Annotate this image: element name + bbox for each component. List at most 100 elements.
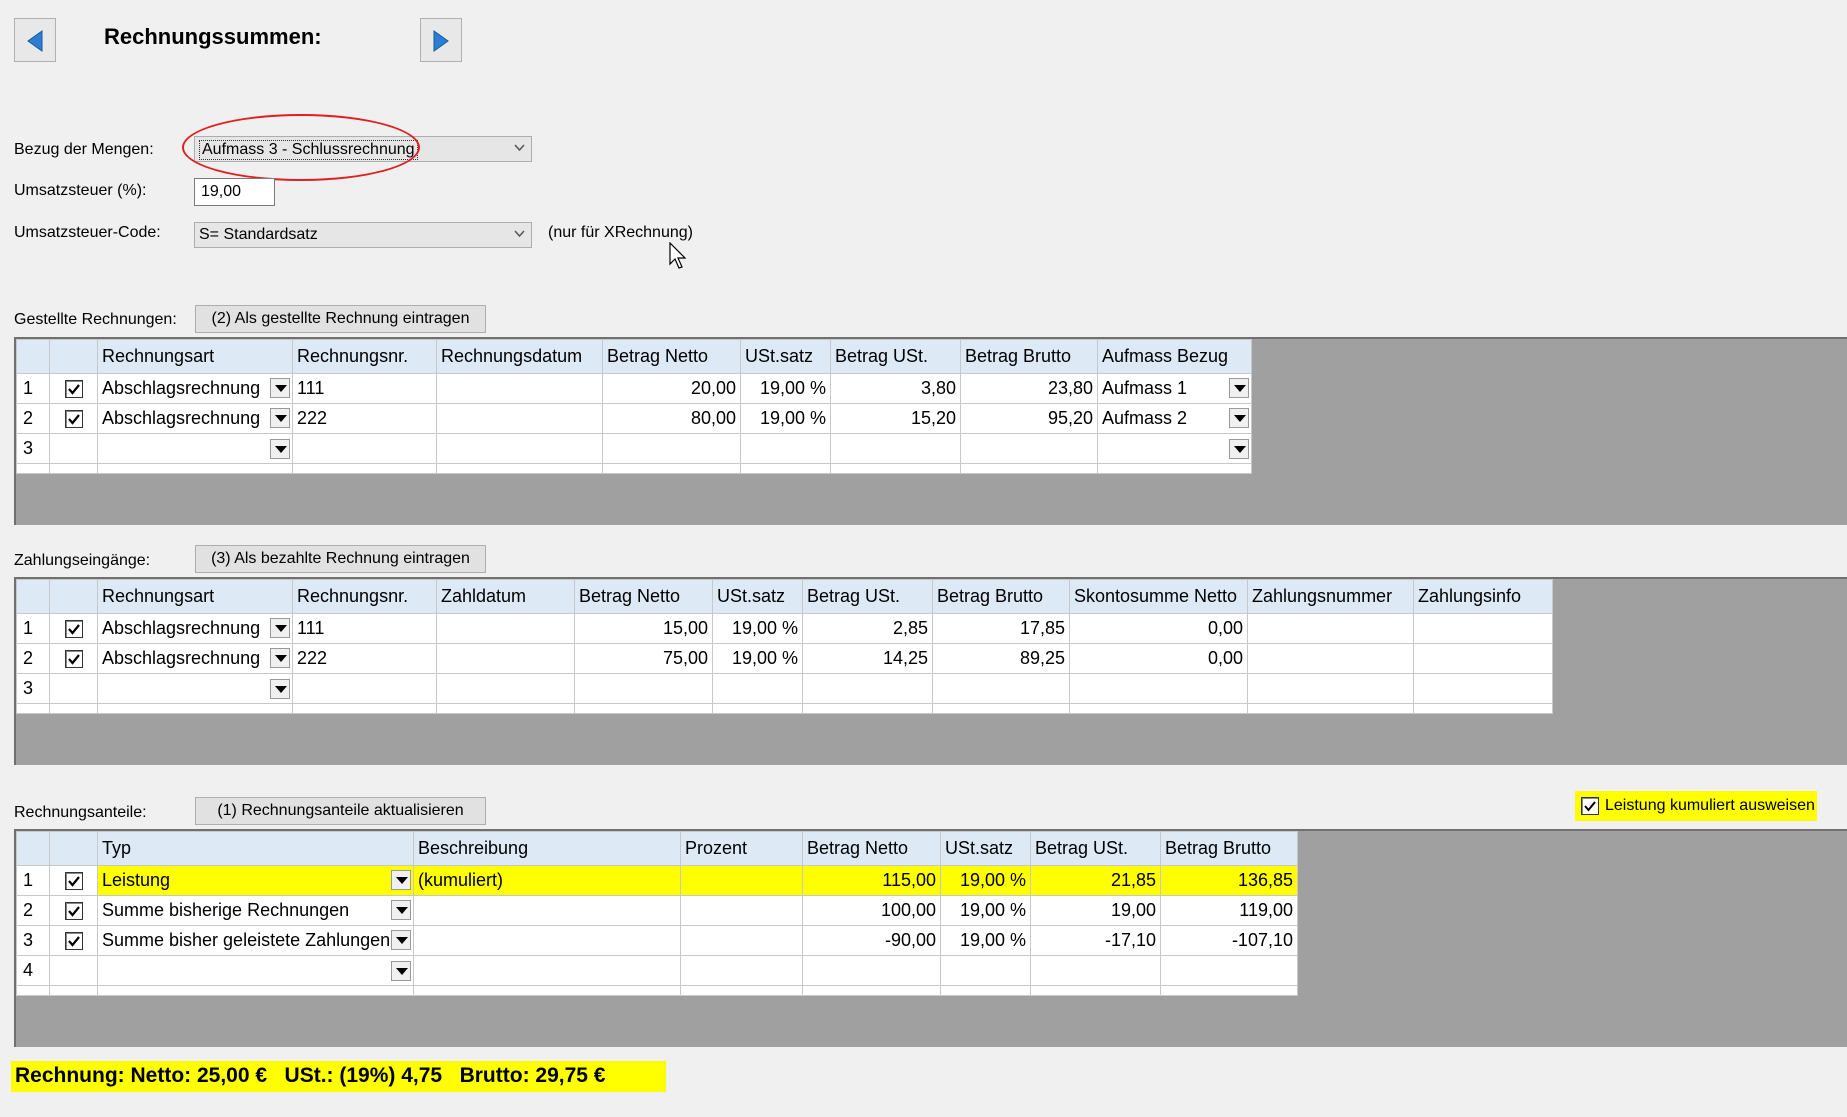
cell-typ[interactable]: Leistung — [97, 865, 414, 896]
dropdown-arrow-icon[interactable] — [391, 900, 411, 920]
column-header[interactable]: Betrag USt. — [830, 339, 961, 374]
next-button[interactable] — [420, 18, 462, 62]
column-header[interactable]: Rechnungsnr. — [292, 579, 437, 614]
cell-art[interactable]: Abschlagsrechnung — [97, 403, 293, 434]
column-header[interactable]: USt.satz — [740, 339, 831, 374]
cell-ust[interactable]: 19,00 — [1030, 895, 1161, 926]
column-header[interactable]: Betrag USt. — [1030, 831, 1161, 866]
cell-beschr[interactable] — [413, 955, 681, 986]
row-checkbox[interactable] — [64, 620, 83, 639]
row-checkbox[interactable] — [64, 650, 83, 669]
cell-datum[interactable] — [436, 403, 603, 434]
cell-netto[interactable]: 15,00 — [574, 613, 713, 644]
cell-datum[interactable] — [436, 673, 575, 704]
cell-skonto[interactable]: 0,00 — [1069, 613, 1248, 644]
als-bezahlte-eintragen-button[interactable]: (3) Als bezahlte Rechnung eintragen — [195, 545, 486, 573]
dropdown-arrow-icon[interactable] — [270, 378, 290, 398]
cell-znr[interactable] — [1247, 613, 1414, 644]
column-header[interactable]: Betrag Brutto — [960, 339, 1098, 374]
column-header[interactable]: Rechnungsart — [97, 339, 293, 374]
column-header[interactable]: Betrag Netto — [802, 831, 941, 866]
dropdown-arrow-icon[interactable] — [270, 678, 290, 699]
cell-satz[interactable]: 19,00 % — [740, 403, 831, 434]
cell-beschr[interactable] — [413, 895, 681, 926]
cell-nr[interactable]: 222 — [292, 403, 437, 434]
cell-satz[interactable]: 19,00 % — [712, 643, 803, 674]
cell-typ[interactable] — [97, 955, 414, 986]
cell-brutto[interactable]: 17,85 — [932, 613, 1070, 644]
cell-zinfo[interactable] — [1413, 673, 1553, 704]
cell-bezug[interactable]: Aufmass 1 — [1097, 373, 1252, 404]
cell-datum[interactable] — [436, 613, 575, 644]
dropdown-arrow-icon[interactable] — [270, 438, 290, 459]
cell-art[interactable] — [97, 433, 293, 464]
cell-nr[interactable]: 111 — [292, 613, 437, 644]
cell-prozent[interactable] — [680, 895, 803, 926]
cell-skonto[interactable] — [1069, 673, 1248, 704]
cell-ust[interactable]: 2,85 — [802, 613, 933, 644]
row-checkbox[interactable] — [64, 932, 83, 951]
cell-art[interactable]: Abschlagsrechnung — [97, 613, 293, 644]
cell-brutto[interactable] — [1160, 955, 1298, 986]
cell-beschr[interactable]: (kumuliert) — [413, 865, 681, 896]
cell-satz[interactable]: 19,00 % — [940, 895, 1031, 926]
row-checkbox[interactable] — [64, 872, 83, 891]
cell-ust[interactable]: 21,85 — [1030, 865, 1161, 896]
cell-znr[interactable] — [1247, 643, 1414, 674]
cell-brutto[interactable]: -107,10 — [1160, 925, 1298, 956]
cell-bezug[interactable]: Aufmass 2 — [1097, 403, 1252, 434]
cell-ust[interactable]: -17,10 — [1030, 925, 1161, 956]
column-header[interactable]: USt.satz — [712, 579, 803, 614]
cell-brutto[interactable]: 95,20 — [960, 403, 1098, 434]
previous-button[interactable] — [14, 18, 56, 62]
cell-nr[interactable] — [292, 433, 437, 464]
column-header[interactable]: Betrag Brutto — [1160, 831, 1298, 866]
cell-satz[interactable]: 19,00 % — [940, 865, 1031, 896]
cell-skonto[interactable]: 0,00 — [1069, 643, 1248, 674]
cell-zinfo[interactable] — [1413, 643, 1553, 674]
cell-brutto[interactable]: 89,25 — [932, 643, 1070, 674]
cell-satz[interactable] — [740, 433, 831, 464]
cell-netto[interactable] — [574, 673, 713, 704]
cell-brutto[interactable]: 119,00 — [1160, 895, 1298, 926]
column-header[interactable]: Betrag USt. — [802, 579, 933, 614]
dropdown-arrow-icon[interactable] — [1229, 438, 1249, 459]
cell-satz[interactable]: 19,00 % — [740, 373, 831, 404]
column-header[interactable]: Aufmass Bezug — [1097, 339, 1252, 374]
cell-netto[interactable]: 115,00 — [802, 865, 941, 896]
column-header[interactable]: Betrag Brutto — [932, 579, 1070, 614]
column-header[interactable]: Rechnungsnr. — [292, 339, 437, 374]
checkbox-cell[interactable] — [49, 403, 98, 434]
cell-netto[interactable]: 100,00 — [802, 895, 941, 926]
als-gestellte-eintragen-button[interactable]: (2) Als gestellte Rechnung eintragen — [195, 305, 486, 333]
checkbox-cell[interactable] — [49, 673, 98, 704]
checkbox-cell[interactable] — [49, 925, 98, 956]
cell-brutto[interactable] — [960, 433, 1098, 464]
cell-typ[interactable]: Summe bisherige Rechnungen — [97, 895, 414, 926]
column-header[interactable]: Zahldatum — [436, 579, 575, 614]
cell-typ[interactable]: Summe bisher geleistete Zahlungen — [97, 925, 414, 956]
cell-nr[interactable]: 111 — [292, 373, 437, 404]
cell-satz[interactable] — [940, 955, 1031, 986]
cell-netto[interactable]: -90,00 — [802, 925, 941, 956]
cell-brutto[interactable] — [932, 673, 1070, 704]
kumuliert-checkbox-area[interactable]: Leistung kumuliert ausweisen — [1575, 791, 1817, 821]
row-checkbox[interactable] — [64, 380, 83, 399]
ustcode-select[interactable]: S= Standardsatz — [194, 222, 532, 248]
row-checkbox[interactable] — [64, 902, 83, 921]
checkbox-cell[interactable] — [49, 433, 98, 464]
cell-satz[interactable] — [712, 673, 803, 704]
cell-art[interactable] — [97, 673, 293, 704]
kumuliert-checkbox[interactable] — [1581, 797, 1599, 815]
column-header[interactable]: Beschreibung — [413, 831, 681, 866]
cell-beschr[interactable] — [413, 925, 681, 956]
checkbox-cell[interactable] — [49, 643, 98, 674]
cell-bezug[interactable] — [1097, 433, 1252, 464]
dropdown-arrow-icon[interactable] — [270, 648, 290, 668]
cell-art[interactable]: Abschlagsrechnung — [97, 373, 293, 404]
column-header[interactable]: Rechnungsart — [97, 579, 293, 614]
checkbox-cell[interactable] — [49, 865, 98, 896]
cell-ust[interactable] — [830, 433, 961, 464]
cell-datum[interactable] — [436, 433, 603, 464]
checkbox-cell[interactable] — [49, 895, 98, 926]
